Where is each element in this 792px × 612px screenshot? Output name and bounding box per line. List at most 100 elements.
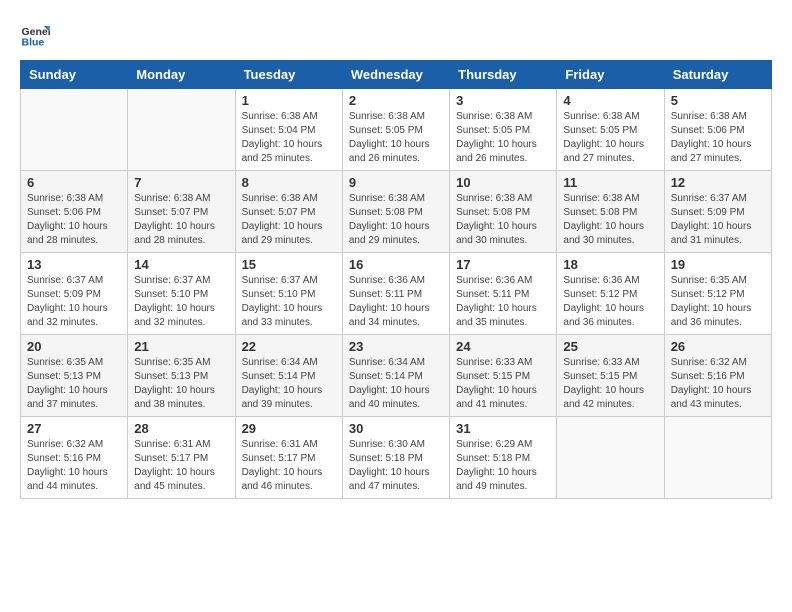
day-info: Sunrise: 6:36 AM Sunset: 5:11 PM Dayligh…	[349, 274, 443, 330]
day-number: 20	[27, 339, 121, 354]
day-number: 5	[671, 93, 765, 108]
calendar-header-friday: Friday	[557, 61, 664, 89]
calendar-week-row: 6 Sunrise: 6:38 AM Sunset: 5:06 PM Daylig…	[21, 171, 772, 253]
calendar-cell: 16 Sunrise: 6:36 AM Sunset: 5:11 PM Dayli…	[342, 253, 449, 335]
day-info: Sunrise: 6:38 AM Sunset: 5:07 PM Dayligh…	[134, 192, 228, 248]
day-info: Sunrise: 6:30 AM Sunset: 5:18 PM Dayligh…	[349, 438, 443, 494]
calendar-cell	[557, 417, 664, 499]
calendar-cell: 9 Sunrise: 6:38 AM Sunset: 5:08 PM Daylig…	[342, 171, 449, 253]
svg-text:Blue: Blue	[22, 37, 45, 49]
calendar-cell: 26 Sunrise: 6:32 AM Sunset: 5:16 PM Dayli…	[664, 335, 771, 417]
day-number: 23	[349, 339, 443, 354]
day-number: 30	[349, 421, 443, 436]
calendar-table: SundayMondayTuesdayWednesdayThursdayFrid…	[20, 60, 772, 499]
day-info: Sunrise: 6:36 AM Sunset: 5:11 PM Dayligh…	[456, 274, 550, 330]
calendar-cell: 4 Sunrise: 6:38 AM Sunset: 5:05 PM Daylig…	[557, 89, 664, 171]
day-number: 4	[563, 93, 657, 108]
day-info: Sunrise: 6:38 AM Sunset: 5:07 PM Dayligh…	[242, 192, 336, 248]
calendar-week-row: 1Sunrise: 6:38 AM Sunset: 5:04 PM Daylig…	[21, 89, 772, 171]
calendar-header-tuesday: Tuesday	[235, 61, 342, 89]
calendar-cell	[664, 417, 771, 499]
day-info: Sunrise: 6:33 AM Sunset: 5:15 PM Dayligh…	[563, 356, 657, 412]
day-number: 27	[27, 421, 121, 436]
day-info: Sunrise: 6:37 AM Sunset: 5:10 PM Dayligh…	[134, 274, 228, 330]
calendar-cell: 1Sunrise: 6:38 AM Sunset: 5:04 PM Daylig…	[235, 89, 342, 171]
day-number: 7	[134, 175, 228, 190]
calendar-cell: 10Sunrise: 6:38 AM Sunset: 5:08 PM Dayli…	[450, 171, 557, 253]
day-info: Sunrise: 6:35 AM Sunset: 5:13 PM Dayligh…	[27, 356, 121, 412]
day-info: Sunrise: 6:38 AM Sunset: 5:08 PM Dayligh…	[349, 192, 443, 248]
day-info: Sunrise: 6:35 AM Sunset: 5:12 PM Dayligh…	[671, 274, 765, 330]
day-info: Sunrise: 6:34 AM Sunset: 5:14 PM Dayligh…	[242, 356, 336, 412]
calendar-cell: 24 Sunrise: 6:33 AM Sunset: 5:15 PM Dayli…	[450, 335, 557, 417]
day-info: Sunrise: 6:38 AM Sunset: 5:05 PM Dayligh…	[349, 110, 443, 166]
calendar-header-monday: Monday	[128, 61, 235, 89]
day-number: 11	[563, 175, 657, 190]
day-info: Sunrise: 6:38 AM Sunset: 5:06 PM Dayligh…	[27, 192, 121, 248]
day-info: Sunrise: 6:32 AM Sunset: 5:16 PM Dayligh…	[671, 356, 765, 412]
calendar-cell: 13 Sunrise: 6:37 AM Sunset: 5:09 PM Dayli…	[21, 253, 128, 335]
day-number: 19	[671, 257, 765, 272]
calendar-cell: 21Sunrise: 6:35 AM Sunset: 5:13 PM Dayli…	[128, 335, 235, 417]
day-info: Sunrise: 6:38 AM Sunset: 5:05 PM Dayligh…	[563, 110, 657, 166]
calendar-cell: 31Sunrise: 6:29 AM Sunset: 5:18 PM Dayli…	[450, 417, 557, 499]
day-number: 24	[456, 339, 550, 354]
day-info: Sunrise: 6:36 AM Sunset: 5:12 PM Dayligh…	[563, 274, 657, 330]
calendar-cell: 7 Sunrise: 6:38 AM Sunset: 5:07 PM Daylig…	[128, 171, 235, 253]
day-info: Sunrise: 6:37 AM Sunset: 5:10 PM Dayligh…	[242, 274, 336, 330]
calendar-header-saturday: Saturday	[664, 61, 771, 89]
calendar-cell: 29 Sunrise: 6:31 AM Sunset: 5:17 PM Dayli…	[235, 417, 342, 499]
day-info: Sunrise: 6:38 AM Sunset: 5:06 PM Dayligh…	[671, 110, 765, 166]
day-info: Sunrise: 6:38 AM Sunset: 5:04 PM Dayligh…	[242, 110, 336, 166]
day-info: Sunrise: 6:38 AM Sunset: 5:05 PM Dayligh…	[456, 110, 550, 166]
day-number: 2	[349, 93, 443, 108]
calendar-cell: 3 Sunrise: 6:38 AM Sunset: 5:05 PM Daylig…	[450, 89, 557, 171]
calendar-header-sunday: Sunday	[21, 61, 128, 89]
calendar-week-row: 13 Sunrise: 6:37 AM Sunset: 5:09 PM Dayli…	[21, 253, 772, 335]
calendar-cell: 5 Sunrise: 6:38 AM Sunset: 5:06 PM Daylig…	[664, 89, 771, 171]
day-number: 10	[456, 175, 550, 190]
day-number: 6	[27, 175, 121, 190]
calendar-cell: 15 Sunrise: 6:37 AM Sunset: 5:10 PM Dayli…	[235, 253, 342, 335]
calendar-cell: 12Sunrise: 6:37 AM Sunset: 5:09 PM Dayli…	[664, 171, 771, 253]
day-number: 28	[134, 421, 228, 436]
day-number: 18	[563, 257, 657, 272]
logo-icon: General Blue	[20, 20, 50, 50]
day-number: 17	[456, 257, 550, 272]
calendar-cell: 8 Sunrise: 6:38 AM Sunset: 5:07 PM Daylig…	[235, 171, 342, 253]
calendar-header-row: SundayMondayTuesdayWednesdayThursdayFrid…	[21, 61, 772, 89]
calendar-cell: 14 Sunrise: 6:37 AM Sunset: 5:10 PM Dayli…	[128, 253, 235, 335]
day-info: Sunrise: 6:29 AM Sunset: 5:18 PM Dayligh…	[456, 438, 550, 494]
day-number: 26	[671, 339, 765, 354]
day-number: 16	[349, 257, 443, 272]
calendar-cell	[128, 89, 235, 171]
day-info: Sunrise: 6:37 AM Sunset: 5:09 PM Dayligh…	[27, 274, 121, 330]
day-info: Sunrise: 6:35 AM Sunset: 5:13 PM Dayligh…	[134, 356, 228, 412]
day-info: Sunrise: 6:34 AM Sunset: 5:14 PM Dayligh…	[349, 356, 443, 412]
calendar-cell: 18 Sunrise: 6:36 AM Sunset: 5:12 PM Dayli…	[557, 253, 664, 335]
day-info: Sunrise: 6:32 AM Sunset: 5:16 PM Dayligh…	[27, 438, 121, 494]
day-number: 8	[242, 175, 336, 190]
day-number: 14	[134, 257, 228, 272]
day-number: 13	[27, 257, 121, 272]
day-number: 3	[456, 93, 550, 108]
day-number: 29	[242, 421, 336, 436]
day-info: Sunrise: 6:31 AM Sunset: 5:17 PM Dayligh…	[242, 438, 336, 494]
day-number: 22	[242, 339, 336, 354]
calendar-cell: 20 Sunrise: 6:35 AM Sunset: 5:13 PM Dayli…	[21, 335, 128, 417]
day-number: 15	[242, 257, 336, 272]
day-info: Sunrise: 6:33 AM Sunset: 5:15 PM Dayligh…	[456, 356, 550, 412]
day-number: 9	[349, 175, 443, 190]
day-info: Sunrise: 6:38 AM Sunset: 5:08 PM Dayligh…	[563, 192, 657, 248]
calendar-cell	[21, 89, 128, 171]
calendar-header-wednesday: Wednesday	[342, 61, 449, 89]
day-number: 12	[671, 175, 765, 190]
calendar-cell: 11 Sunrise: 6:38 AM Sunset: 5:08 PM Dayli…	[557, 171, 664, 253]
calendar-cell: 19 Sunrise: 6:35 AM Sunset: 5:12 PM Dayli…	[664, 253, 771, 335]
calendar-cell: 30 Sunrise: 6:30 AM Sunset: 5:18 PM Dayli…	[342, 417, 449, 499]
calendar-cell: 6 Sunrise: 6:38 AM Sunset: 5:06 PM Daylig…	[21, 171, 128, 253]
page-header: General Blue	[20, 20, 772, 50]
calendar-cell: 27 Sunrise: 6:32 AM Sunset: 5:16 PM Dayli…	[21, 417, 128, 499]
day-info: Sunrise: 6:31 AM Sunset: 5:17 PM Dayligh…	[134, 438, 228, 494]
calendar-week-row: 20 Sunrise: 6:35 AM Sunset: 5:13 PM Dayli…	[21, 335, 772, 417]
